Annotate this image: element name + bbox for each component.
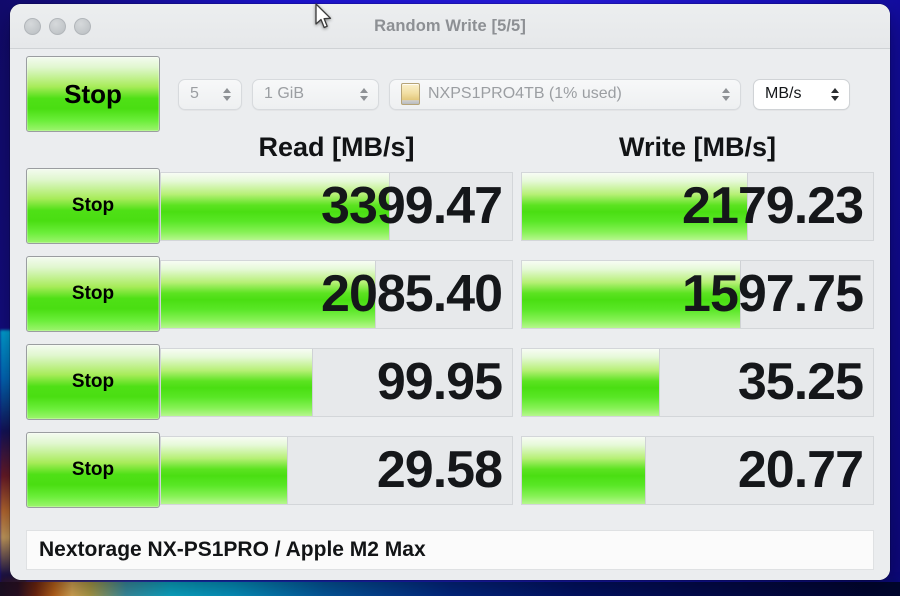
read-progress-bar	[161, 436, 289, 504]
unit-value: MB/s	[765, 85, 802, 102]
test-button-col: Stop	[26, 344, 160, 420]
run-test-button[interactable]: Stop	[26, 168, 160, 244]
read-value: 29.58	[376, 441, 503, 499]
test-size-value: 1 GiB	[264, 85, 305, 102]
write-result-cell: 1597.75	[521, 259, 874, 329]
traffic-light-group	[24, 17, 91, 35]
desktop: Random Write [5/5] Stop 5 1 GiB NXPS1PRO…	[0, 0, 900, 596]
test-size-select[interactable]: 1 GiB	[252, 78, 379, 110]
chevron-updown-icon	[720, 85, 733, 104]
read-value: 99.95	[376, 353, 503, 411]
read-result-cell: 2085.40	[160, 259, 513, 329]
read-progress-bar	[161, 348, 313, 416]
drive-icon	[401, 83, 420, 105]
close-button[interactable]	[24, 17, 41, 35]
read-column-header: Read [MB/s]	[258, 131, 415, 162]
window-content: Stop 5 1 GiB NXPS1PRO4TB (1% used) MB/s …	[10, 49, 890, 580]
toolbar: Stop 5 1 GiB NXPS1PRO4TB (1% used) MB/s	[26, 56, 874, 132]
read-result-cell: 3399.47	[160, 171, 513, 241]
unit-select[interactable]: MB/s	[753, 78, 850, 110]
all-tests-button-col: Stop	[26, 56, 160, 132]
chevron-updown-icon	[221, 85, 234, 104]
write-progress-bar	[522, 348, 660, 416]
wallpaper-color-strip-bottom	[0, 582, 900, 596]
test-button-col: Stop	[26, 256, 160, 332]
write-column-header: Write [MB/s]	[618, 131, 776, 162]
chevron-updown-icon	[829, 85, 842, 104]
write-value: 1597.75	[682, 265, 864, 323]
window-titlebar[interactable]: Random Write [5/5]	[10, 4, 890, 49]
write-progress-bar	[522, 436, 646, 504]
read-result-cell: 29.58	[160, 435, 513, 505]
run-test-button[interactable]: Stop	[26, 344, 160, 420]
results-table: Stop 3399.47 2179.23 Stop 2085.40 1597.75 Stop…	[26, 168, 874, 516]
zoom-button[interactable]	[74, 17, 91, 35]
loop-count-value: 5	[190, 85, 199, 102]
run-all-tests-button[interactable]: Stop	[26, 56, 160, 132]
table-row: Stop 3399.47 2179.23	[26, 168, 874, 244]
read-value: 3399.47	[321, 177, 503, 235]
table-row: Stop 99.95 35.25	[26, 344, 874, 420]
loop-count-select[interactable]: 5	[178, 78, 242, 110]
write-value: 20.77	[737, 441, 864, 499]
status-bar: Nextorage NX-PS1PRO / Apple M2 Max	[26, 530, 874, 570]
table-row: Stop 2085.40 1597.75	[26, 256, 874, 332]
target-drive-select[interactable]: NXPS1PRO4TB (1% used)	[389, 78, 741, 110]
status-text: Nextorage NX-PS1PRO / Apple M2 Max	[39, 538, 426, 561]
target-drive-inner: NXPS1PRO4TB (1% used)	[401, 83, 622, 105]
write-result-cell: 20.77	[521, 435, 874, 505]
test-button-col: Stop	[26, 432, 160, 508]
chevron-updown-icon	[358, 85, 371, 104]
app-window: Random Write [5/5] Stop 5 1 GiB NXPS1PRO…	[10, 4, 890, 580]
write-value: 2179.23	[682, 177, 864, 235]
minimize-button[interactable]	[49, 17, 66, 35]
test-button-col: Stop	[26, 168, 160, 244]
target-drive-value: NXPS1PRO4TB (1% used)	[428, 85, 622, 102]
write-value: 35.25	[737, 353, 864, 411]
write-result-cell: 35.25	[521, 347, 874, 417]
run-test-button[interactable]: Stop	[26, 432, 160, 508]
write-result-cell: 2179.23	[521, 171, 874, 241]
table-row: Stop 29.58 20.77	[26, 432, 874, 508]
read-result-cell: 99.95	[160, 347, 513, 417]
window-title: Random Write [5/5]	[374, 16, 526, 35]
run-test-button[interactable]: Stop	[26, 256, 160, 332]
column-header-row: Read [MB/s] Write [MB/s]	[26, 125, 874, 169]
read-value: 2085.40	[321, 265, 503, 323]
